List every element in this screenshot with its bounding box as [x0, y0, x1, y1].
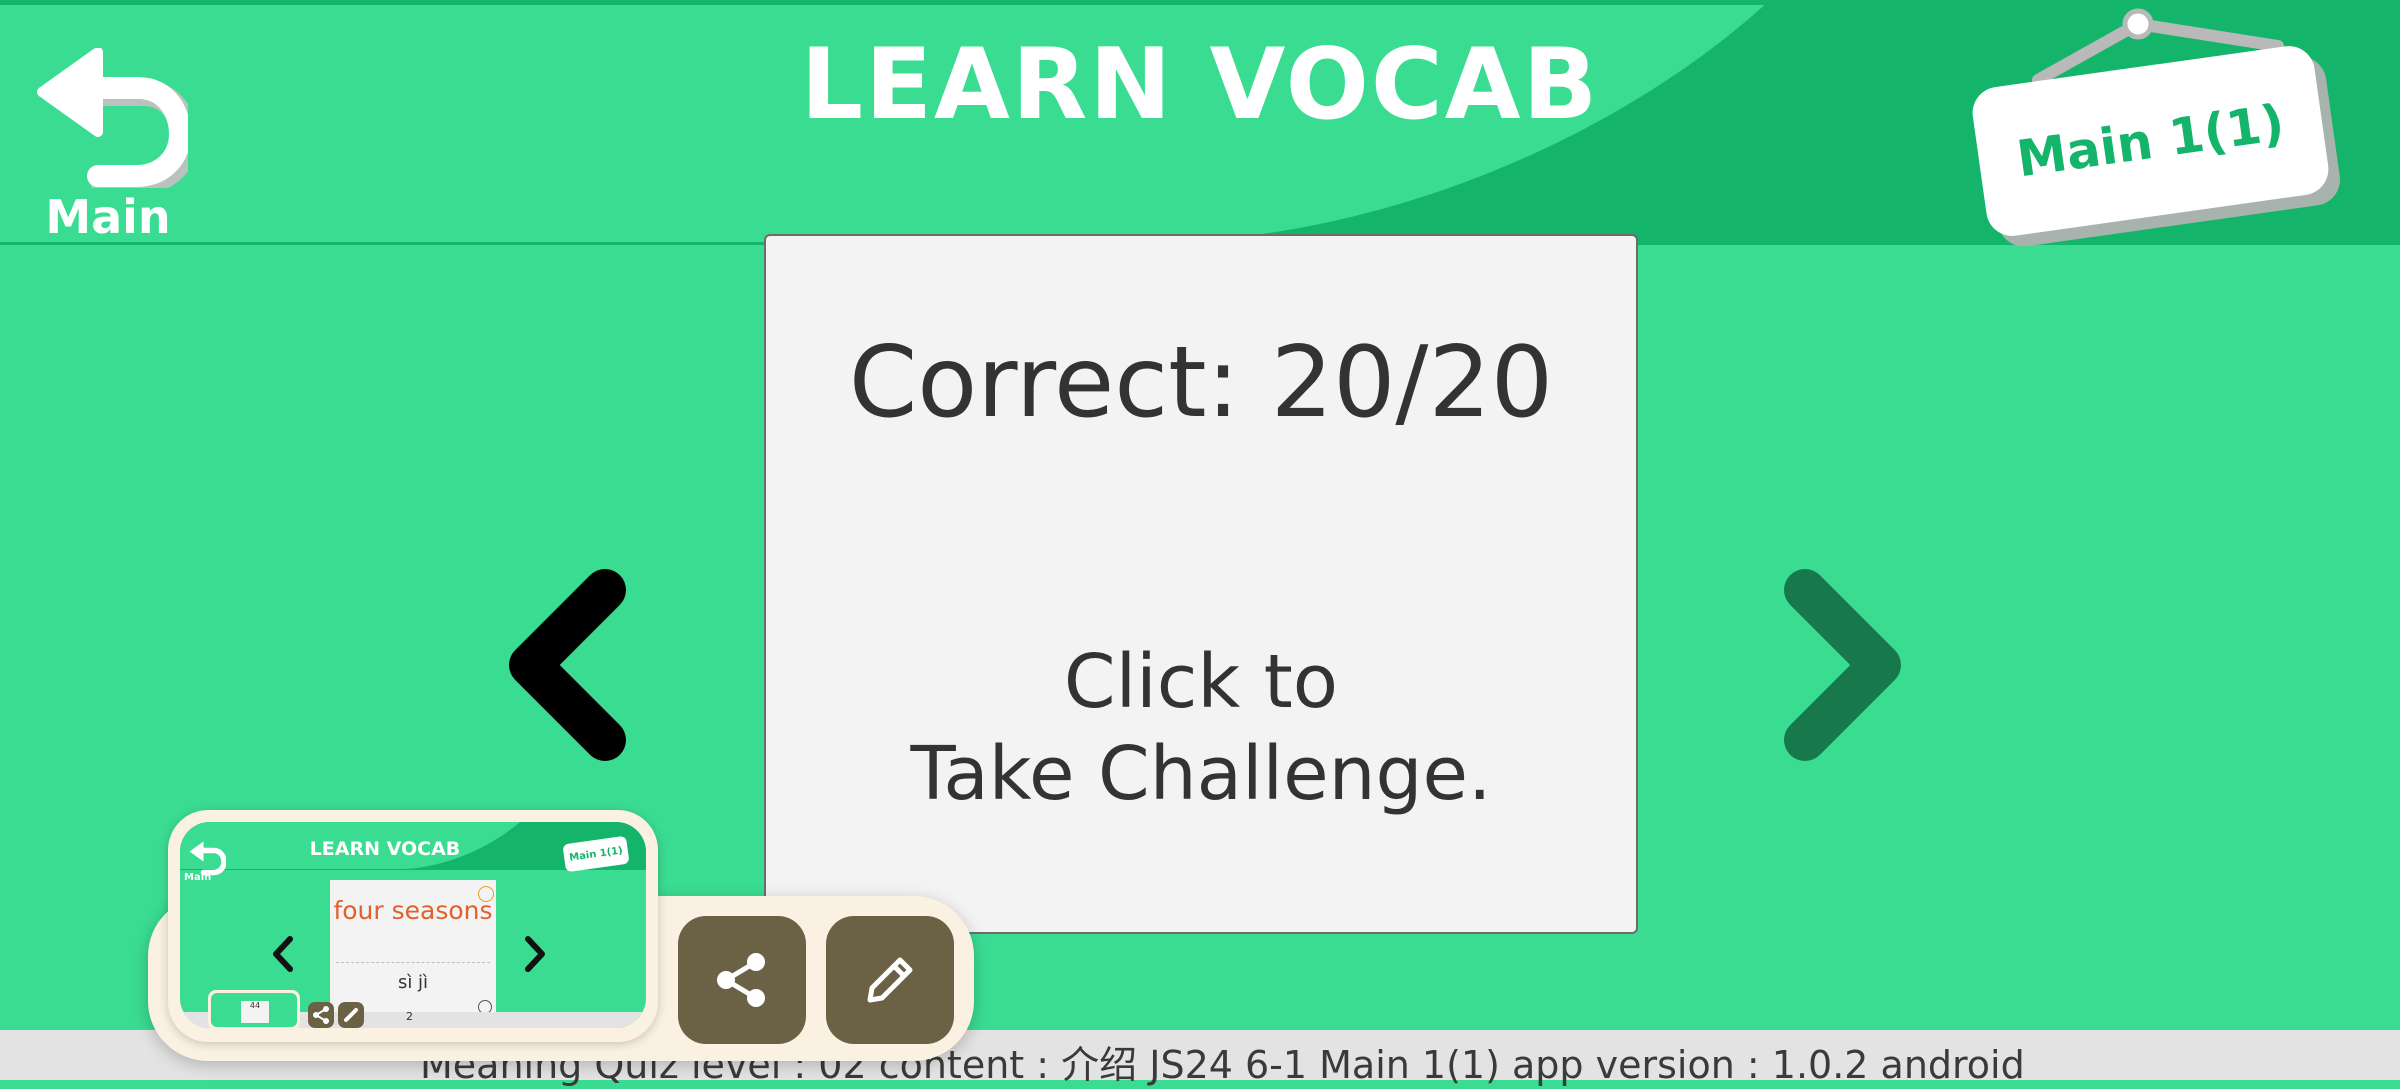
score-text: Correct: 20/20 [848, 326, 1554, 440]
top-edge-line [0, 0, 2400, 5]
back-to-main-button[interactable]: Main [28, 47, 199, 248]
thumbnail-page-number: 2 [406, 1010, 413, 1023]
thumbnail-pencil-glyph [344, 1008, 358, 1022]
cta-line-1: Click to [1063, 639, 1339, 725]
share-button[interactable] [678, 916, 806, 1044]
cta-line-2: Take Challenge. [910, 731, 1492, 817]
thumbnail-edit-icon [338, 1002, 364, 1028]
thumbnail-pinyin: sì jì [397, 972, 429, 993]
thumbnail-share-icon [308, 1002, 334, 1028]
thumbnail-chevron-left-icon [273, 936, 293, 972]
thumbnail-share-glyph [313, 1006, 329, 1024]
page-title: LEARN VOCAB [800, 28, 1600, 142]
take-challenge-text: Click to Take Challenge. [766, 636, 1636, 820]
thumbnail-divider [336, 962, 490, 963]
chevron-left-icon[interactable] [500, 560, 650, 770]
edit-button[interactable] [826, 916, 954, 1044]
result-card[interactable]: Correct: 20/20 Click to Take Challenge. [764, 234, 1638, 934]
back-label: Main [45, 190, 171, 244]
chevron-right-icon[interactable] [1760, 560, 1910, 770]
nested-thumbnail: 44 [208, 990, 300, 1028]
thumbnail-chevron-right-icon [525, 936, 545, 972]
thumbnail-back-label: Main [184, 872, 212, 883]
nested-thumbnail-card: 44 [241, 1001, 269, 1023]
undo-arrow-icon [37, 47, 199, 194]
level-badge[interactable]: Main 1(1) [1969, 6, 2358, 246]
level-badge-text: Main 1(1) [2013, 93, 2288, 189]
thumbnail-word: four seasons [333, 896, 493, 925]
thumbnail-content: Main LEARN VOCAB Main 1(1) four seasons … [180, 822, 646, 1028]
pencil-icon [867, 957, 913, 1003]
thumbnail-word-card: four seasons sì jì [330, 880, 496, 1020]
nested-thumbnail-content: 44 [211, 993, 297, 1027]
nested-thumbnail-value: 44 [249, 1001, 261, 1010]
screenshot-thumbnail[interactable]: Main LEARN VOCAB Main 1(1) four seasons … [168, 810, 658, 1042]
share-icon [717, 953, 765, 1007]
thumbnail-title: LEARN VOCAB [309, 838, 461, 860]
